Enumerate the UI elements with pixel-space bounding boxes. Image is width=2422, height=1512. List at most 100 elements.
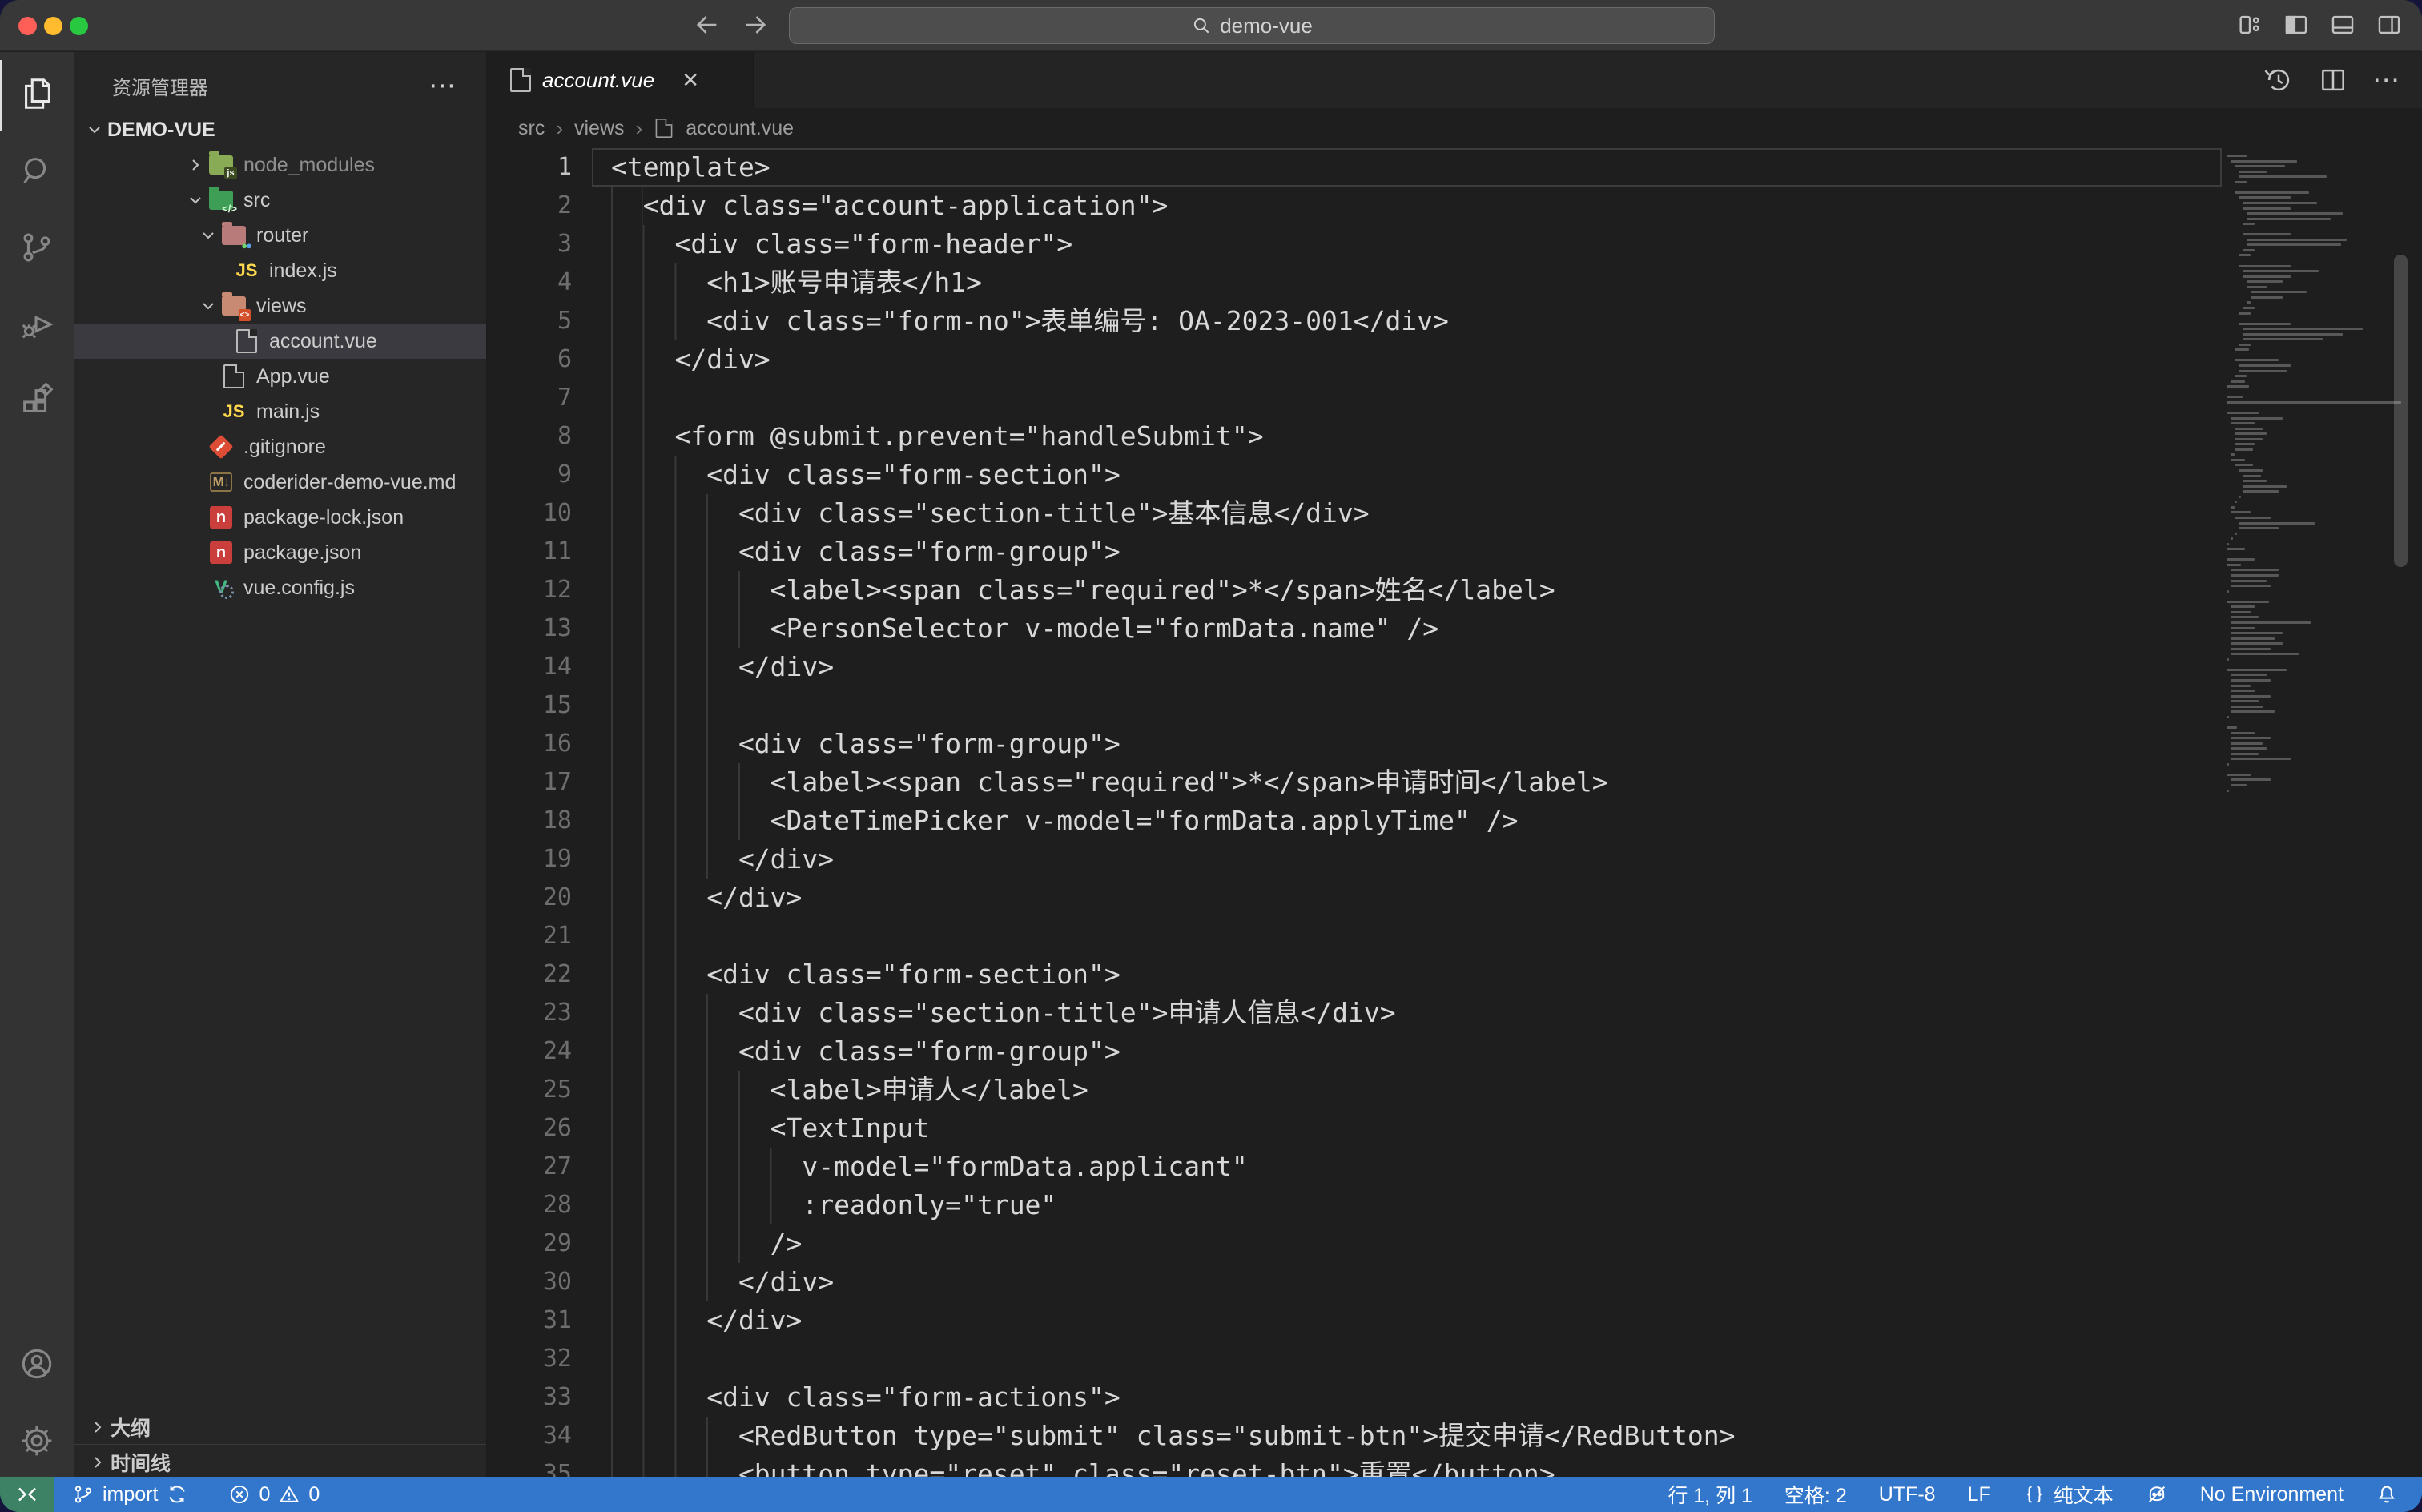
- cursor-position[interactable]: 行 1, 列 1: [1668, 1480, 1752, 1509]
- tab-account-vue[interactable]: account.vue ✕: [488, 52, 754, 108]
- minimap-line: [2231, 380, 2245, 383]
- code-text: <div class="form-group">: [611, 1032, 1120, 1071]
- toggle-primary-sidebar-icon[interactable]: [2283, 11, 2310, 42]
- code-line-34[interactable]: 34 <RedButton type="submit" class="submi…: [488, 1417, 2422, 1455]
- code-line-22[interactable]: 22 <div class="form-section">: [488, 955, 2422, 994]
- sidebar-item-node_modules[interactable]: jsnode_modules: [74, 147, 486, 183]
- problems-status[interactable]: 0 0: [228, 1483, 320, 1506]
- code-line-25[interactable]: 25 <label>申请人</label>: [488, 1071, 2422, 1109]
- git-branch-status[interactable]: import: [72, 1483, 188, 1506]
- code-line-33[interactable]: 33 <div class="form-actions">: [488, 1378, 2422, 1417]
- code-line-30[interactable]: 30 </div>: [488, 1263, 2422, 1301]
- minimap-slider[interactable]: [2394, 255, 2408, 567]
- code-line-20[interactable]: 20 </div>: [488, 879, 2422, 917]
- code-line-32[interactable]: 32: [488, 1340, 2422, 1378]
- back-icon[interactable]: [694, 11, 721, 42]
- sidebar-item-coderider-demo-vue.md[interactable]: M↓coderider-demo-vue.md: [74, 464, 486, 500]
- notifications-bell-icon[interactable]: [2376, 1483, 2398, 1506]
- code-line-31[interactable]: 31 </div>: [488, 1301, 2422, 1340]
- breadcrumb-file[interactable]: account.vue: [686, 117, 794, 140]
- forward-icon[interactable]: [742, 11, 769, 42]
- sidebar-item-package-lock.json[interactable]: npackage-lock.json: [74, 500, 486, 535]
- sidebar-item-src[interactable]: </>src: [74, 183, 486, 218]
- language-mode[interactable]: 纯文本: [2023, 1480, 2114, 1509]
- copilot-disabled-icon[interactable]: [2146, 1483, 2168, 1506]
- code-line-6[interactable]: 6 </div>: [488, 340, 2422, 379]
- sidebar-item-package.json[interactable]: npackage.json: [74, 535, 486, 570]
- code-text: <div class="form-no">表单编号: OA-2023-001</…: [611, 302, 1449, 340]
- code-line-18[interactable]: 18 <DateTimePicker v-model="formData.app…: [488, 802, 2422, 840]
- breadcrumb-src[interactable]: src: [518, 117, 545, 140]
- explorer-icon[interactable]: [0, 55, 74, 132]
- toggle-panel-icon[interactable]: [2329, 11, 2356, 42]
- outline-section[interactable]: 大纲: [74, 1409, 486, 1444]
- sidebar-item-App.vue[interactable]: App.vue: [74, 359, 486, 394]
- editor-more-actions-icon[interactable]: ⋯: [2372, 65, 2401, 99]
- code-line-3[interactable]: 3 <div class="form-header">: [488, 225, 2422, 263]
- accounts-icon[interactable]: [0, 1325, 74, 1402]
- minimize-window-button[interactable]: [44, 17, 62, 35]
- remote-indicator[interactable]: [0, 1477, 54, 1512]
- run-debug-icon[interactable]: [0, 286, 74, 363]
- code-line-8[interactable]: 8 <form @submit.prevent="handleSubmit">: [488, 417, 2422, 456]
- code-line-27[interactable]: 27 v-model="formData.applicant": [488, 1148, 2422, 1186]
- code-line-7[interactable]: 7: [488, 379, 2422, 417]
- code-line-28[interactable]: 28 :readonly="true": [488, 1186, 2422, 1224]
- code-line-16[interactable]: 16 <div class="form-group">: [488, 725, 2422, 763]
- warnings-icon: [278, 1483, 300, 1506]
- settings-gear-icon[interactable]: [0, 1402, 74, 1479]
- minimap-line: [2231, 737, 2271, 739]
- line-number: 1: [488, 148, 572, 187]
- code-line-24[interactable]: 24 <div class="form-group">: [488, 1032, 2422, 1071]
- code-line-13[interactable]: 13 <PersonSelector v-model="formData.nam…: [488, 609, 2422, 648]
- explorer-more-actions-icon[interactable]: ⋯: [428, 70, 457, 102]
- toggle-secondary-sidebar-icon[interactable]: [2376, 11, 2403, 42]
- split-editor-icon[interactable]: [2318, 65, 2348, 99]
- breadcrumb: src › views › account.vue: [488, 108, 2422, 148]
- eol-setting[interactable]: LF: [1968, 1483, 1991, 1506]
- code-line-11[interactable]: 11 <div class="form-group">: [488, 533, 2422, 571]
- code-line-26[interactable]: 26 <TextInput: [488, 1109, 2422, 1148]
- code-line-15[interactable]: 15: [488, 686, 2422, 725]
- indentation-setting[interactable]: 空格: 2: [1784, 1480, 1847, 1509]
- tab-label: account.vue: [542, 68, 654, 93]
- maximize-window-button[interactable]: [70, 17, 88, 35]
- code-line-12[interactable]: 12 <label><span class="required">*</span…: [488, 571, 2422, 609]
- sidebar-item-vue.config.js[interactable]: Vvue.config.js: [74, 570, 486, 605]
- code-line-29[interactable]: 29 />: [488, 1224, 2422, 1263]
- code-line-35[interactable]: 35 <button type="reset" class="reset-btn…: [488, 1455, 2422, 1477]
- close-tab-icon[interactable]: ✕: [682, 68, 699, 93]
- code-line-9[interactable]: 9 <div class="form-section">: [488, 456, 2422, 494]
- minimap[interactable]: [2227, 148, 2408, 1477]
- code-line-10[interactable]: 10 <div class="section-title">基本信息</div>: [488, 494, 2422, 533]
- sidebar-item-index.js[interactable]: JSindex.js: [74, 253, 486, 288]
- code-line-23[interactable]: 23 <div class="section-title">申请人信息</div…: [488, 994, 2422, 1032]
- code-line-21[interactable]: 21: [488, 917, 2422, 955]
- command-center-search[interactable]: demo-vue: [789, 7, 1715, 44]
- code-line-19[interactable]: 19 </div>: [488, 840, 2422, 879]
- timeline-history-icon[interactable]: [2263, 65, 2294, 99]
- sidebar-item-views[interactable]: <>views: [74, 288, 486, 324]
- search-view-icon[interactable]: [0, 132, 74, 209]
- sidebar-item-main.js[interactable]: JSmain.js: [74, 394, 486, 429]
- close-window-button[interactable]: [18, 17, 37, 35]
- code-line-17[interactable]: 17 <label><span class="required">*</span…: [488, 763, 2422, 802]
- sidebar-item-.gitignore[interactable]: .gitignore: [74, 429, 486, 464]
- code-line-5[interactable]: 5 <div class="form-no">表单编号: OA-2023-001…: [488, 302, 2422, 340]
- code-line-1[interactable]: 1<template>: [488, 148, 2422, 187]
- code-line-14[interactable]: 14 </div>: [488, 648, 2422, 686]
- code-line-4[interactable]: 4 <h1>账号申请表</h1>: [488, 263, 2422, 302]
- sidebar-item-account.vue[interactable]: account.vue: [74, 324, 486, 359]
- sidebar-item-router[interactable]: ●●router: [74, 218, 486, 253]
- code-editor[interactable]: 1<template>2 <div class="account-applica…: [488, 148, 2422, 1477]
- environment-status[interactable]: No Environment: [2200, 1483, 2344, 1506]
- tree-root-folder[interactable]: DEMO-VUE: [74, 112, 486, 147]
- extensions-icon[interactable]: [0, 363, 74, 440]
- timeline-section[interactable]: 时间线: [74, 1444, 486, 1479]
- source-control-icon[interactable]: [0, 209, 74, 286]
- chevron-spacer: [195, 364, 221, 389]
- breadcrumb-views[interactable]: views: [574, 117, 625, 140]
- encoding[interactable]: UTF-8: [1879, 1483, 1936, 1506]
- customize-layout-icon[interactable]: [2236, 11, 2263, 42]
- code-line-2[interactable]: 2 <div class="account-application">: [488, 187, 2422, 225]
